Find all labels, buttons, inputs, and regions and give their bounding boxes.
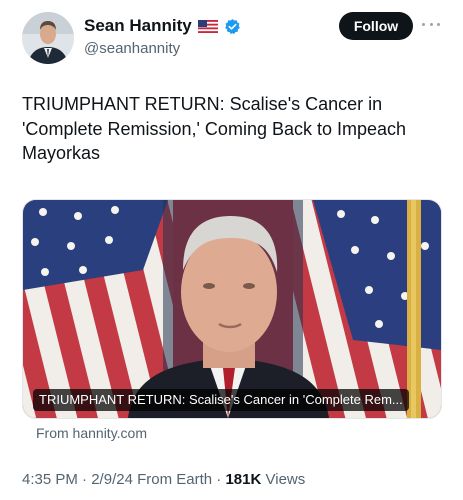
more-dot	[422, 22, 425, 26]
tweet-date[interactable]: 2/9/24	[91, 471, 133, 488]
verified-badge-icon[interactable]	[224, 18, 241, 35]
more-options-icon[interactable]	[422, 17, 440, 31]
author-avatar[interactable]	[22, 12, 74, 64]
tweet-time[interactable]: 4:35 PM	[22, 471, 78, 488]
link-card[interactable]: TRIUMPHANT RETURN: Scalise's Cancer in '…	[22, 199, 442, 419]
tweet-client: From Earth	[137, 471, 213, 488]
card-photo	[23, 200, 441, 418]
more-dot	[429, 22, 433, 26]
tweet-meta: 4:35 PM · 2/9/24 From Earth · 181K Views	[22, 471, 305, 488]
card-source-link[interactable]: From hannity.com	[36, 425, 147, 441]
avatar-photo	[22, 12, 74, 64]
author-display-name[interactable]: Sean Hannity	[84, 16, 192, 36]
views-label: Views	[265, 471, 306, 488]
views-count[interactable]: 181K	[225, 471, 261, 488]
meta-separator: ·	[216, 471, 222, 488]
us-flag-icon	[197, 19, 218, 33]
tweet-text: TRIUMPHANT RETURN: Scalise's Cancer in '…	[22, 94, 407, 163]
author-handle[interactable]: @seanhannity	[84, 40, 180, 57]
author-name-row: Sean Hannity	[84, 14, 241, 38]
card-caption: TRIUMPHANT RETURN: Scalise's Cancer in '…	[33, 389, 409, 411]
follow-button[interactable]: Follow	[339, 12, 413, 40]
meta-separator: ·	[82, 471, 88, 488]
more-dot	[437, 22, 440, 26]
